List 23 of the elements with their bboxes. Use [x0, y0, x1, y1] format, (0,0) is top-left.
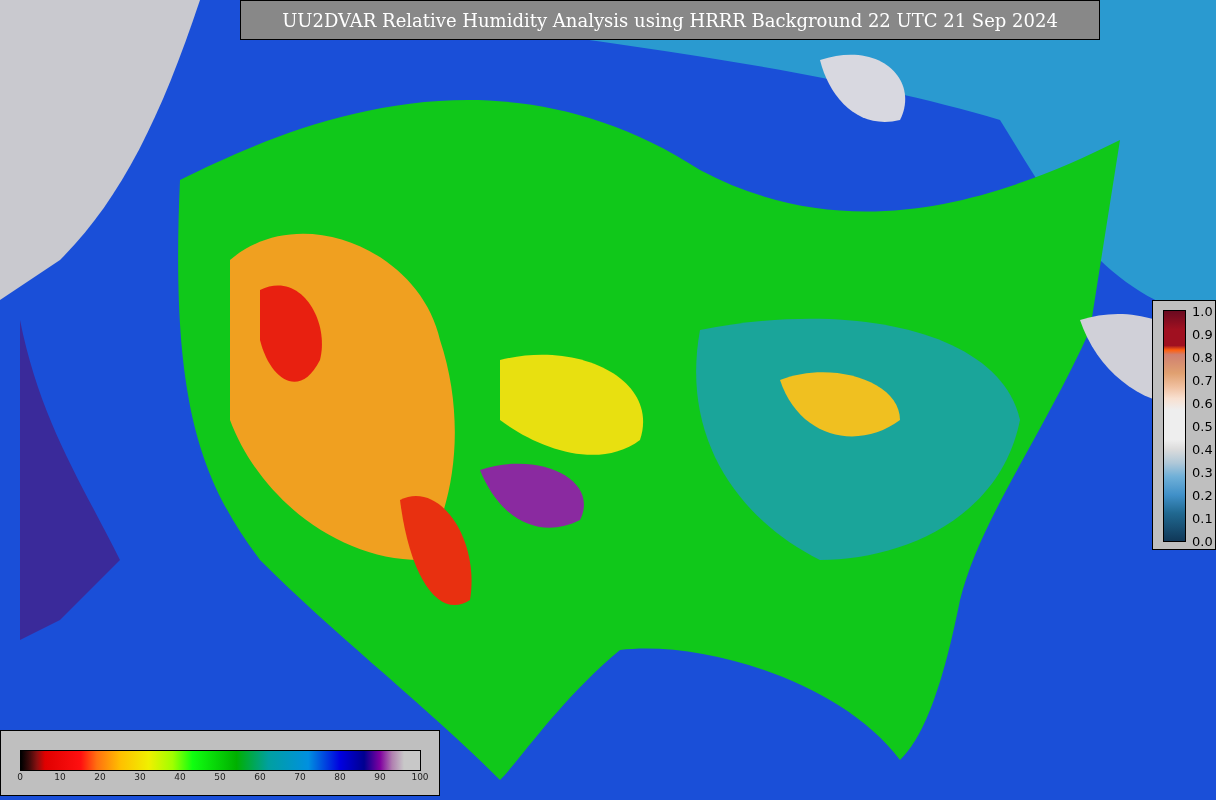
- colorbar-tick-label: 0.3: [1192, 465, 1213, 479]
- colorbar-tick-label: 90: [374, 773, 386, 782]
- colorbar-tick-label: 0.9: [1192, 327, 1213, 341]
- colorbar-tick-label: 40: [174, 773, 186, 782]
- map-title: UU2DVAR Relative Humidity Analysis using HRRR Background 22 UTC 21 Sep 2024: [282, 8, 1058, 33]
- colorbar-tick-label: 80: [334, 773, 346, 782]
- colorbar-tick-label: 10: [54, 773, 66, 782]
- colorbar-tick-label: 20: [94, 773, 106, 782]
- colorbar-tick-label: 30: [134, 773, 146, 782]
- colorbar-tick-label: 0: [17, 773, 23, 782]
- colorbar-tick-label: 60: [254, 773, 266, 782]
- colorbar-tick-label: 0.1: [1192, 511, 1213, 525]
- colorbar-tick-label: 70: [294, 773, 306, 782]
- colorbar-tick-label: 0.6: [1192, 396, 1213, 410]
- colorbar-tick-label: 0.7: [1192, 373, 1213, 387]
- colorbar-tick-label: 0.2: [1192, 488, 1213, 502]
- colorbar-tick-label: 1.0: [1192, 304, 1213, 318]
- colorbar-tick-label: 0.0: [1192, 534, 1213, 548]
- colorbar-tick-label: 0.8: [1192, 350, 1213, 364]
- colorbar-tick-label: 0.4: [1192, 442, 1213, 456]
- colorbar-tick-label: 0.5: [1192, 419, 1213, 433]
- colorbar-tick-label: 50: [214, 773, 226, 782]
- colorbar-tick-label: 100: [411, 773, 429, 782]
